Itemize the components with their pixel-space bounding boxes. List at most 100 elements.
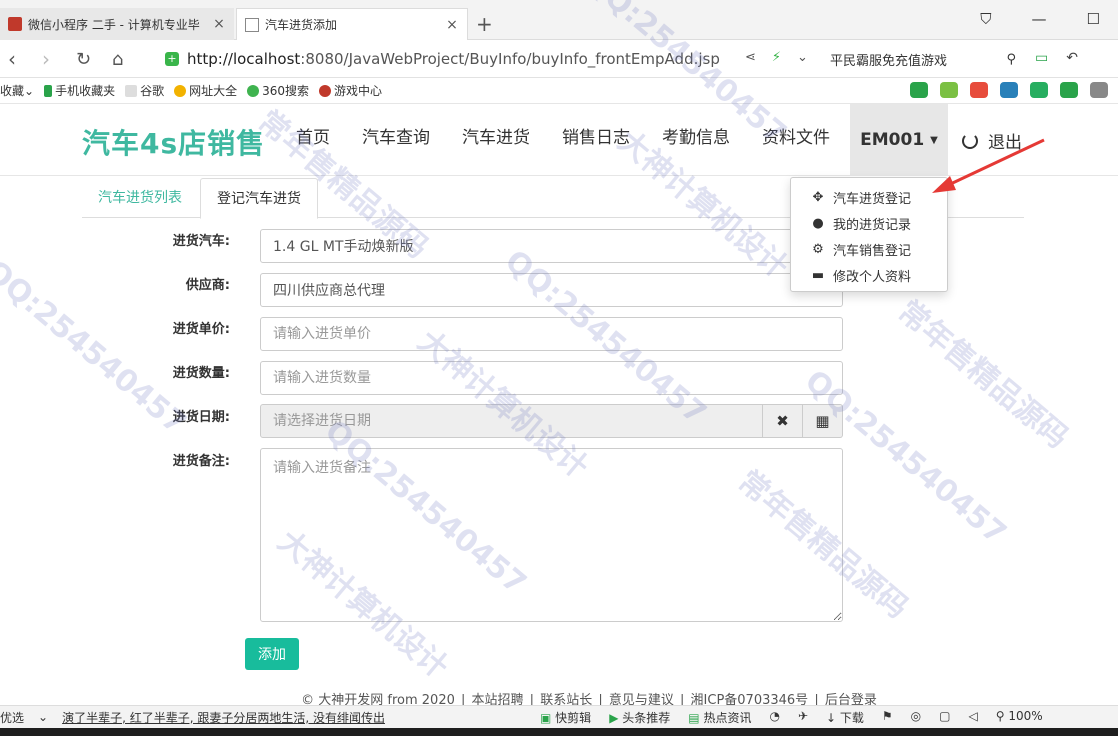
- url-path: :8080/JavaWebProject/BuyInfo/buyInfo_fro…: [300, 50, 720, 68]
- nav-sales-log[interactable]: 销售日志: [546, 104, 646, 176]
- download-icon: ↓: [826, 711, 837, 725]
- flag-icon[interactable]: ⚑: [882, 709, 893, 726]
- new-tab-button[interactable]: +: [476, 12, 493, 36]
- maximize-icon[interactable]: ☐: [1087, 10, 1100, 28]
- chevron-down-icon[interactable]: ⌄: [797, 50, 808, 65]
- search-icon[interactable]: ⚲: [1006, 52, 1016, 67]
- status-download[interactable]: ↓ 下载: [826, 709, 864, 726]
- shield-icon[interactable]: ◎: [911, 709, 921, 726]
- news-icon: ▤: [688, 711, 700, 725]
- browser-tab-2[interactable]: 汽车进货添加 ×: [236, 8, 468, 40]
- address-bar: ‹ › ↻ ⌂ + http://localhost:8080/JavaWebP…: [0, 40, 1118, 78]
- window-icon[interactable]: ▢: [939, 709, 950, 726]
- status-quick-edit[interactable]: ▣ 快剪辑: [540, 709, 591, 726]
- tab-register-purchase[interactable]: 登记汽车进货: [200, 178, 318, 219]
- gamepad-icon[interactable]: [1030, 82, 1048, 98]
- menu-item-register-sale[interactable]: ⚙ 汽车销售登记: [791, 236, 947, 262]
- pin-icon[interactable]: ✈: [798, 709, 808, 726]
- date-label: 进货日期:: [172, 410, 230, 425]
- supplier-label: 供应商:: [185, 278, 230, 293]
- reload-icon[interactable]: ↻: [76, 49, 91, 70]
- chat-icon[interactable]: [910, 82, 928, 98]
- menu-icon[interactable]: [1090, 82, 1108, 98]
- calendar-icon[interactable]: ▦: [803, 404, 843, 438]
- scissors-icon[interactable]: [970, 82, 988, 98]
- volume-icon[interactable]: ◁: [969, 709, 978, 726]
- forward-icon[interactable]: ›: [42, 47, 50, 71]
- bookmark-games[interactable]: 游戏中心: [319, 82, 382, 99]
- car-select[interactable]: 1.4 GL MT手动焕新版: [260, 229, 843, 263]
- document-favicon-icon: [245, 17, 259, 32]
- back-icon[interactable]: ‹: [8, 47, 16, 71]
- browser-tab-label: 微信小程序 二手 - 计算机专业毕: [28, 17, 200, 32]
- share-icon[interactable]: ⋖: [745, 50, 756, 65]
- lightning-icon[interactable]: ⚡: [772, 50, 781, 65]
- home-icon[interactable]: ⌂: [112, 49, 123, 70]
- shirt-icon[interactable]: ⛉: [980, 10, 991, 28]
- bookmark-favorites[interactable]: 收藏 ⌄: [0, 82, 34, 99]
- url-field[interactable]: + http://localhost:8080/JavaWebProject/B…: [165, 45, 815, 73]
- browser-status-bar: 优选 ⌄ 演了半辈子, 红了半辈子, 跟妻子分居两地生活, 没有绯闻传出 ▣ 快…: [0, 705, 1118, 728]
- close-icon[interactable]: ×: [445, 17, 459, 33]
- game-icon: [319, 84, 332, 97]
- date-input[interactable]: [260, 404, 763, 438]
- app-favicon-icon: [8, 17, 22, 31]
- price-label: 进货单价:: [172, 322, 230, 337]
- close-icon[interactable]: ×: [212, 16, 226, 32]
- tab-purchase-list[interactable]: 汽车进货列表: [82, 178, 198, 219]
- plugin-icon[interactable]: [940, 82, 958, 98]
- menu-item-my-purchases[interactable]: ● 我的进货记录: [791, 210, 947, 236]
- supplier-value: 四川供应商总代理: [273, 283, 385, 299]
- menu-item-edit-profile[interactable]: ▬ 修改个人资料: [791, 262, 947, 288]
- speed-icon[interactable]: ◔: [769, 709, 779, 726]
- browser-tab-1[interactable]: 微信小程序 二手 - 计算机专业毕 ×: [0, 8, 234, 40]
- browser-tab-label: 汽车进货添加: [265, 18, 338, 32]
- main-nav: 首页 汽车查询 汽车进货 销售日志 考勤信息 资料文件: [280, 104, 846, 176]
- bookmark-360[interactable]: 360搜索: [247, 82, 309, 99]
- menu-item-label: 汽车进货登记: [833, 191, 912, 207]
- price-input[interactable]: [260, 317, 843, 351]
- nav-files[interactable]: 资料文件: [746, 104, 846, 176]
- shield-icon[interactable]: [1060, 82, 1078, 98]
- security-shield-icon: +: [165, 52, 179, 66]
- gear-icon: ⚙: [812, 241, 824, 257]
- play-icon: ▶: [609, 711, 619, 725]
- bookmarks-bar: 收藏 ⌄ 手机收藏夹 谷歌 网址大全 360搜索 游戏中心: [0, 78, 1118, 104]
- nav-attendance[interactable]: 考勤信息: [646, 104, 746, 176]
- menu-item-label: 修改个人资料: [833, 269, 912, 285]
- undo-icon[interactable]: ↶: [1066, 50, 1078, 66]
- battery-icon[interactable]: ▭: [1035, 50, 1048, 66]
- browser-tab-bar: 微信小程序 二手 - 计算机专业毕 × 汽车进货添加 × + ⛉ — ☐: [0, 0, 1118, 40]
- magnifier-icon[interactable]: [1000, 82, 1018, 98]
- date-picker-group: ✖ ▦: [260, 404, 843, 438]
- nav-car-purchase[interactable]: 汽车进货: [446, 104, 546, 176]
- status-hot-news[interactable]: ▤ 热点资讯: [688, 709, 751, 726]
- window-controls: ⛉ — ☐: [980, 10, 1100, 28]
- news-ticker[interactable]: 演了半辈子, 红了半辈子, 跟妻子分居两地生活, 没有绯闻传出: [62, 709, 385, 726]
- minimize-icon[interactable]: —: [1032, 10, 1047, 28]
- bookmark-mobile[interactable]: 手机收藏夹: [44, 82, 115, 99]
- clear-date-icon[interactable]: ✖: [763, 404, 803, 438]
- bookmark-hao[interactable]: 网址大全: [174, 82, 237, 99]
- status-left[interactable]: 优选: [0, 709, 24, 726]
- quantity-input[interactable]: [260, 361, 843, 395]
- menu-item-label: 我的进货记录: [833, 217, 912, 233]
- site-brand[interactable]: 汽车4s店销售: [82, 122, 265, 162]
- note-label: 进货备注:: [172, 454, 230, 469]
- site-footer: © 大神开发网 from 2020 | 本站招聘 | 联系站长 | 意见与建议 …: [301, 693, 877, 706]
- search-box[interactable]: 平民霸服免充值游戏 ⚲: [822, 46, 1022, 72]
- status-headlines[interactable]: ▶ 头条推荐: [609, 709, 670, 726]
- car-label: 进货汽车:: [172, 234, 230, 249]
- status-tools: ▣ 快剪辑 ▶ 头条推荐 ▤ 热点资讯 ◔ ✈ ↓ 下载 ⚑ ◎ ▢ ◁ ⚲ 1…: [540, 709, 1043, 726]
- add-button[interactable]: 添加: [245, 638, 299, 670]
- bookmark-google[interactable]: 谷歌: [125, 82, 164, 99]
- chevron-down-icon[interactable]: ⌄: [38, 710, 48, 724]
- menu-item-register-purchase[interactable]: ✥ 汽车进货登记: [791, 184, 947, 210]
- menu-item-label: 汽车销售登记: [833, 243, 912, 259]
- browser-toolbar-right: ▭ ↶: [1035, 50, 1078, 66]
- note-textarea[interactable]: [260, 448, 843, 622]
- supplier-select[interactable]: 四川供应商总代理: [260, 273, 843, 307]
- nav-car-query[interactable]: 汽车查询: [346, 104, 446, 176]
- nav-home[interactable]: 首页: [280, 104, 346, 176]
- zoom-level[interactable]: ⚲ 100%: [996, 709, 1043, 726]
